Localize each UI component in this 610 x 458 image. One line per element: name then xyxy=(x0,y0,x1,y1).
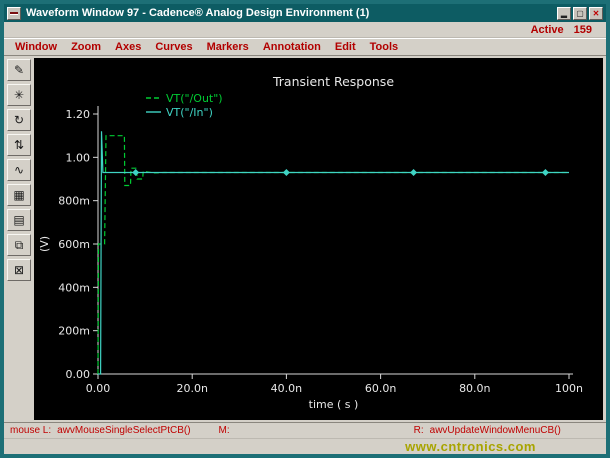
x-tick-label: 40.0n xyxy=(271,382,302,395)
close-button[interactable]: ✕ xyxy=(589,6,603,20)
mouse-middle-label: M: xyxy=(218,425,230,436)
delete-tool-icon: ⊠ xyxy=(13,263,25,277)
x-tick-label: 0.00 xyxy=(86,382,111,395)
menu-item-tools[interactable]: Tools xyxy=(363,40,406,54)
calculator-tool-icon: ▦ xyxy=(13,188,25,202)
redraw-tool-icon: ↻ xyxy=(13,113,25,127)
data-point-marker[interactable] xyxy=(132,169,140,176)
active-label: Active xyxy=(530,23,564,36)
menu-item-zoom[interactable]: Zoom xyxy=(64,40,108,54)
delete-tool-button[interactable]: ⊠ xyxy=(7,259,31,281)
close-icon: ✕ xyxy=(592,8,600,18)
data-point-marker[interactable] xyxy=(282,169,290,176)
strip-mode-tool-icon: ▤ xyxy=(13,213,25,227)
legend-label-0[interactable]: VT("/Out") xyxy=(166,92,223,105)
y-tick-label: 400m xyxy=(58,281,90,294)
calculator-tool-button[interactable]: ▦ xyxy=(7,184,31,206)
active-status-row: Active 159 xyxy=(4,22,606,38)
mouse-right-label: R: xyxy=(413,425,424,436)
data-point-marker[interactable] xyxy=(541,169,549,176)
legend-label-1[interactable]: VT("/In") xyxy=(166,106,213,119)
maximize-button[interactable]: ▢ xyxy=(573,6,587,20)
marker-tool-button[interactable]: ⇅ xyxy=(7,134,31,156)
probe-tool-icon: ✎ xyxy=(13,63,25,77)
waveform-tool-button[interactable]: ∿ xyxy=(7,159,31,181)
menu-item-axes[interactable]: Axes xyxy=(108,40,148,54)
probe-tool-button[interactable]: ✎ xyxy=(7,59,31,81)
x-tick-label: 80.0n xyxy=(459,382,490,395)
y-tick-label: 800m xyxy=(58,195,90,208)
menu-item-window[interactable]: Window xyxy=(8,40,64,54)
minimize-icon: ▂ xyxy=(560,8,568,18)
active-count: 159 xyxy=(573,23,592,36)
mouse-left-binding: awvMouseSingleSelectPtCB() xyxy=(57,425,191,436)
y-tick-label: 600m xyxy=(58,238,90,251)
minimize-button[interactable]: ▂ xyxy=(557,6,571,20)
window-title: Waveform Window 97 - Cadence® Analog Des… xyxy=(26,7,370,19)
transient-plot[interactable]: Transient Response VT("/Out")VT("/In") 0.0… xyxy=(34,58,603,420)
side-toolbar: ✎ ✳ ↻ ⇅ ∿ ▦ ▤ ⧉ ⊠ xyxy=(4,56,34,422)
mouse-left-label: mouse L: xyxy=(10,425,52,436)
x-tick-label: 100n xyxy=(555,382,583,395)
maximize-icon: ▢ xyxy=(576,8,584,18)
bottom-bar: www.cntronics.com xyxy=(4,438,606,454)
y-tick-label: 200m xyxy=(58,325,90,338)
redraw-tool-button[interactable]: ↻ xyxy=(7,109,31,131)
statusbar: mouse L: awvMouseSingleSelectPtCB() M: R… xyxy=(4,422,606,438)
y-axis-label: (V) xyxy=(38,236,51,252)
data-point-marker[interactable] xyxy=(410,169,418,176)
window-menu-icon xyxy=(10,11,18,15)
waveform-tool-icon: ∿ xyxy=(13,163,25,177)
subwindow-tool-button[interactable]: ⧉ xyxy=(7,234,31,256)
menu-item-curves[interactable]: Curves xyxy=(148,40,199,54)
waveform-window: Waveform Window 97 - Cadence® Analog Des… xyxy=(0,0,610,458)
series-curve-1[interactable] xyxy=(98,131,569,375)
marker-tool-icon: ⇅ xyxy=(13,138,25,152)
x-tick-label: 60.0n xyxy=(365,382,396,395)
x-tick-label: 20.0n xyxy=(176,382,207,395)
titlebar[interactable]: Waveform Window 97 - Cadence® Analog Des… xyxy=(4,4,606,22)
x-axis-label: time ( s ) xyxy=(309,398,359,411)
watermark: www.cntronics.com xyxy=(405,439,536,454)
mouse-right-binding: awvUpdateWindowMenuCB() xyxy=(429,425,561,436)
y-tick-label: 0.00 xyxy=(66,368,91,381)
chart-title: Transient Response xyxy=(272,74,394,89)
menu-item-annotation[interactable]: Annotation xyxy=(256,40,328,54)
series-curve-0[interactable] xyxy=(97,135,569,375)
main-area: ✎ ✳ ↻ ⇅ ∿ ▦ ▤ ⧉ ⊠ Transient Response VT("/Out") VT… xyxy=(4,56,606,422)
subwindow-tool-icon: ⧉ xyxy=(14,237,24,252)
y-tick-label: 1.00 xyxy=(66,151,91,164)
menubar: Window Zoom Axes Curves Markers Annotation Edi… xyxy=(4,38,606,56)
y-tick-label: 1.20 xyxy=(66,108,91,121)
strip-mode-tool-button[interactable]: ▤ xyxy=(7,209,31,231)
menu-item-edit[interactable]: Edit xyxy=(328,40,363,54)
zoom-fit-tool-icon: ✳ xyxy=(13,88,25,102)
zoom-fit-tool-button[interactable]: ✳ xyxy=(7,84,31,106)
menu-item-markers[interactable]: Markers xyxy=(200,40,256,54)
window-menu-button[interactable] xyxy=(7,6,21,20)
window-controls: ▂ ▢ ✕ xyxy=(557,6,603,20)
plot-area[interactable]: Transient Response VT("/Out") VT("/In") 0.0… xyxy=(34,58,603,420)
